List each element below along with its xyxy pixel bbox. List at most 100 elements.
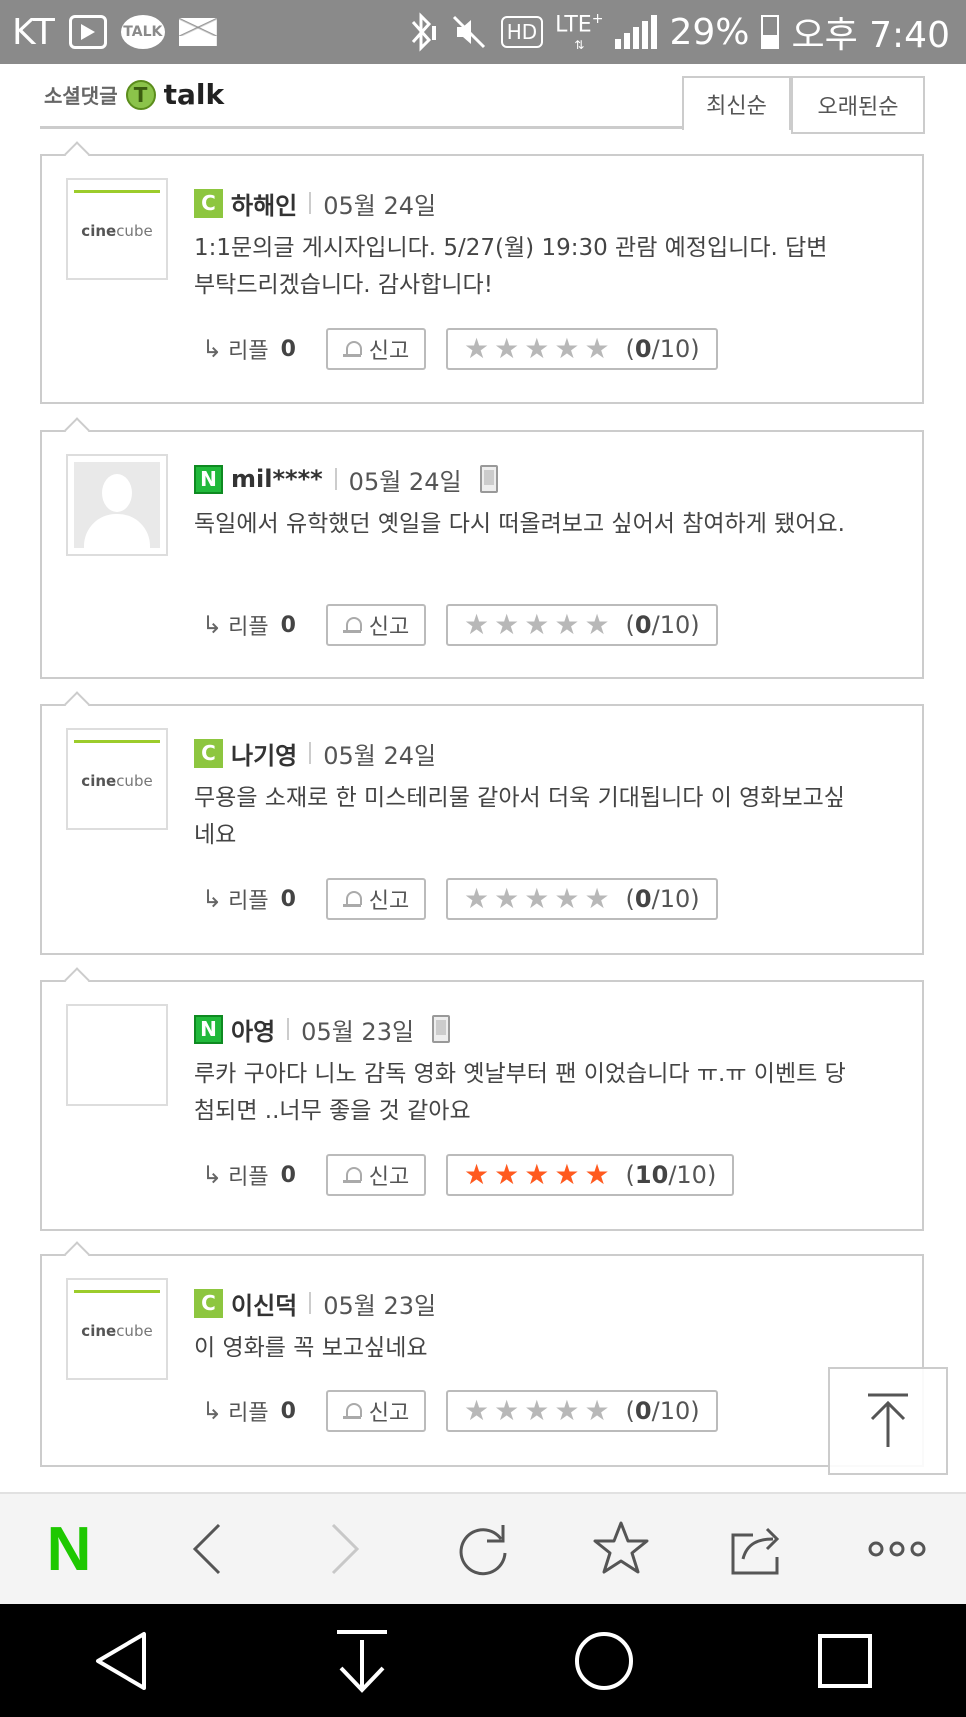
star-rating: ★ ★ ★ ★ ★ xyxy=(464,885,610,913)
avatar xyxy=(66,454,168,556)
reply-arrow-icon: ↳ xyxy=(202,335,223,363)
comment-author[interactable]: 하해인 xyxy=(231,186,297,221)
star-rating: ★ ★ ★ ★ ★ xyxy=(464,335,610,363)
more-button[interactable] xyxy=(828,1493,966,1605)
reply-button[interactable]: ↳ 리플 0 xyxy=(194,1395,334,1427)
comment-text: 이 영화를 꼭 보고싶네요 xyxy=(194,1335,428,1361)
naver-home-icon: N xyxy=(46,1514,92,1584)
star-icon: ★ xyxy=(554,608,580,641)
avatar-logo-text: cinecube xyxy=(68,1322,166,1340)
avatar: cinecube xyxy=(66,728,168,830)
star-icon: ★ xyxy=(524,332,550,365)
comment-card: cinecube C 나기영 05월 24일 무용을 소재로 한 미스테리물 같… xyxy=(40,704,924,955)
signal-strength-icon xyxy=(615,15,658,49)
comment-text: 무용을 소재로 한 미스테리물 같아서 더욱 기대됩니다 이 영화보고싶네요 xyxy=(194,785,845,848)
sort-oldest-tab[interactable]: 오래된순 xyxy=(791,76,925,134)
report-button[interactable]: 신고 xyxy=(326,1154,426,1196)
star-icon: ★ xyxy=(524,1394,550,1427)
reply-button[interactable]: ↳ 리플 0 xyxy=(194,883,334,915)
comment-date: 05월 24일 xyxy=(323,191,437,220)
reply-button[interactable]: ↳ 리플 0 xyxy=(194,609,334,641)
reply-label: 리플 xyxy=(228,615,269,640)
rating-score: (0/10) xyxy=(625,885,700,913)
star-icon: ★ xyxy=(464,1394,490,1427)
comment-author[interactable]: 이신덕 xyxy=(231,1286,297,1321)
star-icon: ★ xyxy=(494,608,520,641)
nav-back-icon[interactable] xyxy=(86,1626,156,1696)
reply-label: 리플 xyxy=(228,1165,269,1190)
comment-actions: ↳ 리플 0 신고 ★ ★ ★ ★ ★ (0/10) xyxy=(194,878,718,920)
back-button[interactable] xyxy=(138,1493,276,1605)
battery-icon xyxy=(761,15,780,49)
play-store-icon xyxy=(68,15,107,49)
social-comments-header: 소셜댓글 T talk 최신순 오래된순 xyxy=(40,64,925,134)
star-icon: ★ xyxy=(584,608,610,641)
star-icon: ★ xyxy=(554,882,580,915)
siren-icon xyxy=(342,339,362,359)
reply-button[interactable]: ↳ 리플 0 xyxy=(194,1159,334,1191)
rating-box: ★ ★ ★ ★ ★ (0/10) xyxy=(446,878,718,920)
rating-score: (0/10) xyxy=(625,1397,700,1425)
reply-arrow-icon: ↳ xyxy=(202,885,223,913)
nav-recents-icon[interactable] xyxy=(810,1626,880,1696)
talk-badge-icon: T xyxy=(125,79,156,110)
star-icon: ★ xyxy=(464,882,490,915)
report-button[interactable]: 신고 xyxy=(326,1390,426,1432)
avatar-logo-text: cinecube xyxy=(68,222,166,240)
rating-score: (0/10) xyxy=(625,335,700,363)
comment-text: 1:1문의글 게시자입니다. 5/27(월) 19:30 관람 예정입니다. 답… xyxy=(194,235,828,298)
siren-icon xyxy=(342,889,362,909)
score-max: /10 xyxy=(651,1397,691,1425)
report-label: 신고 xyxy=(368,615,410,640)
score-max: /10 xyxy=(651,611,691,639)
rating-score: (10/10) xyxy=(625,1161,717,1189)
avatar xyxy=(66,1004,168,1106)
comment-card: cinecube C 이신덕 05월 23일 이 영화를 꼭 보고싶네요 ↳ 리… xyxy=(40,1254,924,1467)
star-rating: ★ ★ ★ ★ ★ xyxy=(464,1161,610,1189)
siren-icon xyxy=(342,1165,362,1185)
mobile-device-icon xyxy=(479,465,498,493)
star-icon: ★ xyxy=(524,608,550,641)
naver-home-button[interactable]: N xyxy=(0,1493,138,1605)
siren-icon xyxy=(342,615,362,635)
reply-button[interactable]: ↳ 리플 0 xyxy=(194,333,334,365)
lte-plus: + xyxy=(591,10,604,27)
star-icon: ★ xyxy=(554,332,580,365)
nav-home-icon[interactable] xyxy=(569,1626,639,1696)
star-icon: ★ xyxy=(464,608,490,641)
bookmark-button[interactable] xyxy=(552,1493,690,1605)
star-icon: ★ xyxy=(494,1158,520,1191)
nav-download-icon[interactable] xyxy=(327,1626,397,1696)
avatar-text-b: cube xyxy=(116,1322,153,1340)
forward-button[interactable] xyxy=(276,1493,414,1605)
report-button[interactable]: 신고 xyxy=(326,878,426,920)
bluetooth-icon xyxy=(407,12,437,52)
header-divider xyxy=(40,126,682,129)
sort-latest-tab[interactable]: 최신순 xyxy=(682,76,791,130)
score-max: /10 xyxy=(651,885,691,913)
comment-actions: ↳ 리플 0 신고 ★ ★ ★ ★ ★ (10/10) xyxy=(194,1154,735,1196)
siren-icon xyxy=(342,1401,362,1421)
comment-card: N mil**** 05월 24일 독일에서 유학했던 옛일을 다시 떠올려보고… xyxy=(40,430,924,679)
rating-score: (0/10) xyxy=(625,611,700,639)
source-badge-icon: C xyxy=(194,188,223,218)
comment-author[interactable]: 나기영 xyxy=(231,736,297,771)
comment-author[interactable]: 아영 xyxy=(231,1012,275,1047)
scroll-to-top-button[interactable] xyxy=(828,1367,948,1475)
star-rating: ★ ★ ★ ★ ★ xyxy=(464,1397,610,1425)
refresh-button[interactable] xyxy=(414,1493,552,1605)
report-button[interactable]: 신고 xyxy=(326,604,426,646)
report-button[interactable]: 신고 xyxy=(326,328,426,370)
comment-author[interactable]: mil**** xyxy=(231,465,323,493)
comment-actions: ↳ 리플 0 신고 ★ ★ ★ ★ ★ (0/10) xyxy=(194,604,718,646)
comment-text: 독일에서 유학했던 옛일을 다시 떠올려보고 싶어서 참여하게 됐어요. xyxy=(194,511,845,537)
mobile-device-icon xyxy=(432,1015,451,1043)
star-icon: ★ xyxy=(584,882,610,915)
comment-actions: ↳ 리플 0 신고 ★ ★ ★ ★ ★ (0/10) xyxy=(194,328,718,370)
star-icon: ★ xyxy=(494,1394,520,1427)
star-icon: ★ xyxy=(584,1158,610,1191)
avatar-logo-text: cinecube xyxy=(68,772,166,790)
share-button[interactable] xyxy=(690,1493,828,1605)
clock: 오후 7:40 xyxy=(791,15,950,56)
report-label: 신고 xyxy=(368,339,410,364)
